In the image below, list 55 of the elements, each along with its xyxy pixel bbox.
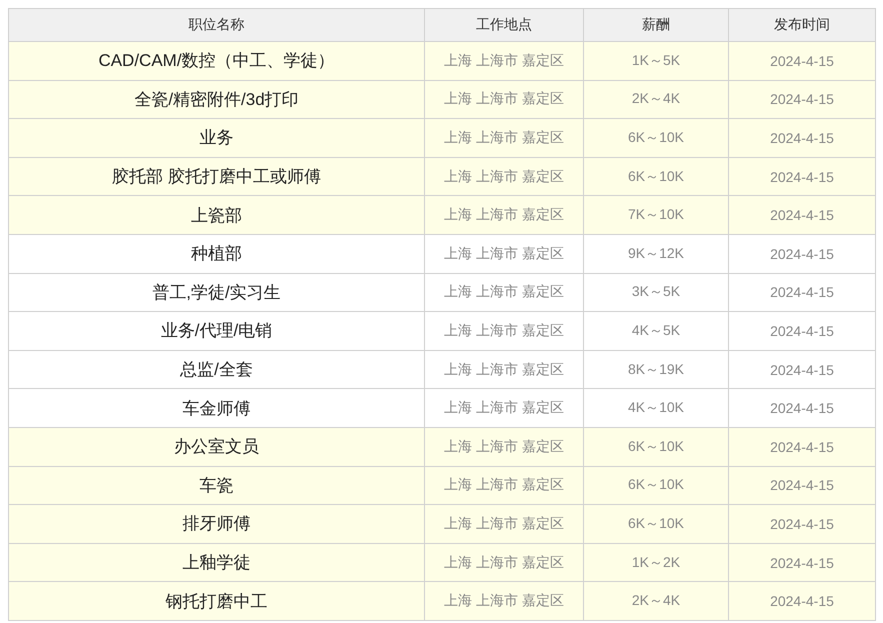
location-cell: 上海 上海市 嘉定区	[424, 312, 584, 350]
salary-cell: 1K～5K	[584, 42, 728, 80]
table-row[interactable]: 排牙师傅 上海 上海市 嘉定区 6K～10K 2024-4-15	[8, 504, 876, 544]
salary-cell: 2K～4K	[584, 582, 728, 620]
location-cell: 上海 上海市 嘉定区	[424, 118, 584, 158]
salary-cell: 4K～10K	[584, 388, 728, 428]
location-cell: 上海 上海市 嘉定区	[424, 504, 584, 544]
column-header: 职位名称	[8, 8, 424, 42]
date-cell: 2024-4-15	[728, 118, 876, 158]
table-row[interactable]: 全瓷/精密附件/3d打印 上海 上海市 嘉定区 2K～4K 2024-4-15	[8, 80, 876, 119]
job-title-cell: 种植部	[8, 234, 424, 274]
date-cell: 2024-4-15	[728, 42, 876, 80]
date-cell: 2024-4-15	[728, 312, 876, 350]
table-row[interactable]: 办公室文员 上海 上海市 嘉定区 6K～10K 2024-4-15	[8, 427, 876, 466]
table-row[interactable]: 业务/代理/电销 上海 上海市 嘉定区 4K～5K 2024-4-15	[8, 312, 876, 350]
table-row[interactable]: 种植部 上海 上海市 嘉定区 9K～12K 2024-4-15	[8, 234, 876, 274]
column-header: 发布时间	[728, 8, 876, 42]
job-title-cell: 上瓷部	[8, 196, 424, 234]
table-row[interactable]: 车金师傅 上海 上海市 嘉定区 4K～10K 2024-4-15	[8, 388, 876, 428]
table-row[interactable]: 车瓷 上海 上海市 嘉定区 6K～10K 2024-4-15	[8, 466, 876, 505]
job-title-cell: 钢托打磨中工	[8, 582, 424, 620]
salary-cell: 9K～12K	[584, 234, 728, 274]
location-cell: 上海 上海市 嘉定区	[424, 582, 584, 620]
table-row[interactable]: 胶托部 胶托打磨中工或师傅 上海 上海市 嘉定区 6K～10K 2024-4-15	[8, 157, 876, 196]
table-row[interactable]: 总监/全套 上海 上海市 嘉定区 8K～19K 2024-4-15	[8, 350, 876, 389]
table-row[interactable]: 业务 上海 上海市 嘉定区 6K～10K 2024-4-15	[8, 118, 876, 158]
location-cell: 上海 上海市 嘉定区	[424, 196, 584, 234]
date-cell: 2024-4-15	[728, 582, 876, 620]
date-cell: 2024-4-15	[728, 388, 876, 428]
table-row[interactable]: 上瓷部 上海 上海市 嘉定区 7K～10K 2024-4-15	[8, 196, 876, 234]
table-row[interactable]: 钢托打磨中工 上海 上海市 嘉定区 2K～4K 2024-4-15	[8, 582, 876, 620]
job-title-cell: 业务	[8, 118, 424, 158]
location-cell: 上海 上海市 嘉定区	[424, 234, 584, 274]
job-title-cell: CAD/CAM/数控（中工、学徒）	[8, 42, 424, 80]
job-title-cell: 排牙师傅	[8, 504, 424, 544]
column-header: 薪酬	[584, 8, 728, 42]
salary-cell: 6K～10K	[584, 118, 728, 158]
date-cell: 2024-4-15	[728, 196, 876, 234]
salary-cell: 7K～10K	[584, 196, 728, 234]
salary-cell: 4K～5K	[584, 312, 728, 350]
location-cell: 上海 上海市 嘉定区	[424, 42, 584, 80]
date-cell: 2024-4-15	[728, 234, 876, 274]
table-row[interactable]: 普工,学徒/实习生 上海 上海市 嘉定区 3K～5K 2024-4-15	[8, 273, 876, 312]
salary-cell: 6K～10K	[584, 427, 728, 466]
job-title-cell: 车金师傅	[8, 388, 424, 428]
location-cell: 上海 上海市 嘉定区	[424, 388, 584, 428]
date-cell: 2024-4-15	[728, 427, 876, 466]
date-cell: 2024-4-15	[728, 504, 876, 544]
column-header: 工作地点	[424, 8, 584, 42]
salary-cell: 6K～10K	[584, 504, 728, 544]
table-row[interactable]: 上釉学徒 上海 上海市 嘉定区 1K～2K 2024-4-15	[8, 543, 876, 582]
job-title-cell: 业务/代理/电销	[8, 312, 424, 350]
job-title-cell: 办公室文员	[8, 427, 424, 466]
table-row[interactable]: CAD/CAM/数控（中工、学徒） 上海 上海市 嘉定区 1K～5K 2024-4-15	[8, 42, 876, 80]
location-cell: 上海 上海市 嘉定区	[424, 427, 584, 466]
